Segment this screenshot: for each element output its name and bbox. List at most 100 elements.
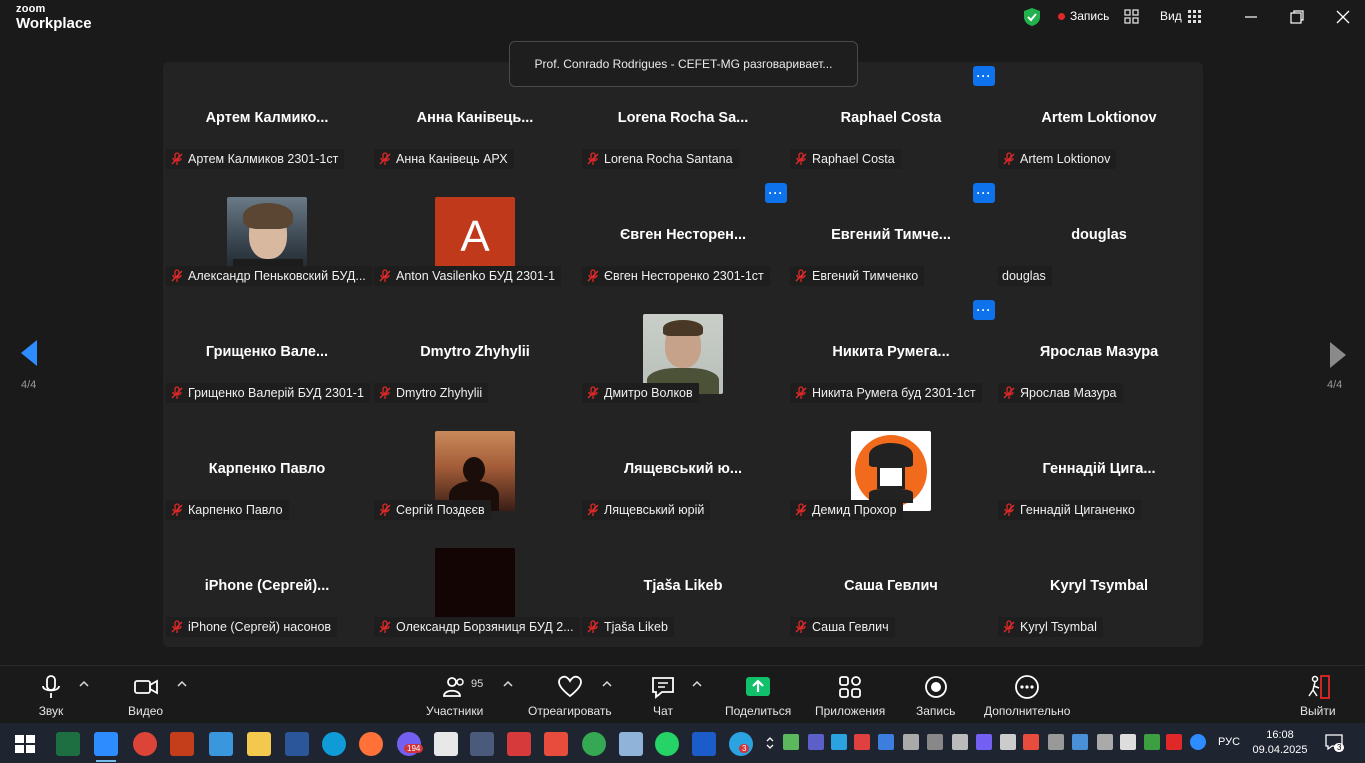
recording-dot-icon bbox=[1058, 12, 1065, 20]
video-button[interactable]: Видео bbox=[128, 674, 163, 718]
participant-tile[interactable]: Kyryl Tsymbal Kyryl Tsymbal bbox=[995, 530, 1203, 647]
tray-volume-icon[interactable] bbox=[1120, 734, 1136, 750]
windows-start-icon[interactable] bbox=[13, 732, 37, 756]
document-icon[interactable] bbox=[434, 732, 458, 756]
title-bar: zoom Workplace Запись Вид bbox=[0, 0, 1365, 40]
participant-tile[interactable]: Artem Loktionov Artem Loktionov bbox=[995, 62, 1203, 179]
video-options-caret-icon[interactable] bbox=[177, 680, 187, 688]
tray-display-icon[interactable] bbox=[927, 734, 943, 750]
participant-display-name: Ярослав Мазура bbox=[1039, 344, 1159, 360]
file-explorer-icon[interactable] bbox=[247, 732, 271, 756]
record-label: Запись bbox=[916, 704, 956, 718]
mic-muted-icon bbox=[795, 620, 807, 633]
more-button[interactable]: Дополнительно bbox=[984, 674, 1070, 718]
clock-time: 16:08 bbox=[1266, 729, 1294, 741]
whatsapp-icon[interactable] bbox=[655, 732, 679, 756]
participant-tile[interactable]: A Anton Vasilenko БУД 2301-1 bbox=[371, 179, 579, 296]
apps-label: Приложения bbox=[815, 704, 886, 718]
view-menu-button[interactable]: Вид bbox=[1160, 9, 1201, 23]
participant-tile[interactable]: Лящевський ю... Лящевський юрій bbox=[579, 413, 787, 530]
participant-tile[interactable]: Александр Пеньковский БУД... bbox=[163, 179, 372, 296]
tray-antivirus-icon[interactable] bbox=[854, 734, 870, 750]
mic-muted-icon bbox=[379, 503, 391, 516]
participant-tile[interactable]: douglas douglas bbox=[995, 179, 1203, 296]
app-w-icon[interactable] bbox=[692, 732, 716, 756]
minimize-icon[interactable] bbox=[1242, 8, 1260, 26]
tray-speaker-muted-icon[interactable] bbox=[1166, 734, 1182, 750]
next-page-arrow-icon[interactable] bbox=[1326, 340, 1350, 370]
tile-more-options-button[interactable]: ··· bbox=[973, 300, 995, 320]
participant-tile[interactable]: Tjaša Likeb Tjaša Likeb bbox=[579, 530, 787, 647]
apps-grid-icon[interactable] bbox=[1124, 9, 1139, 24]
firefox-icon[interactable] bbox=[359, 732, 383, 756]
participant-tile[interactable]: Артем Калмико... Артем Калмиков 2301-1ст bbox=[163, 62, 371, 179]
participant-tile[interactable]: Карпенко Павло Карпенко Павло bbox=[163, 413, 371, 530]
floppy-app-icon[interactable] bbox=[470, 732, 494, 756]
participant-tile[interactable]: Олександр Борзяниця БУД 2... bbox=[371, 530, 580, 647]
tray-zoom-icon[interactable] bbox=[1190, 734, 1206, 750]
leave-button[interactable]: Выйти bbox=[1300, 674, 1336, 718]
share-screen-button[interactable]: Поделиться bbox=[725, 674, 791, 718]
tray-viber-icon[interactable] bbox=[976, 734, 992, 750]
participant-tile[interactable]: Геннадій Цига... Геннадій Циганенко bbox=[995, 413, 1203, 530]
tray-wifi-icon[interactable] bbox=[1048, 734, 1064, 750]
edge-icon[interactable] bbox=[322, 732, 346, 756]
chrome-icon[interactable] bbox=[133, 732, 157, 756]
tray-usb-icon[interactable] bbox=[952, 734, 968, 750]
participant-tile[interactable]: Євген Несторен... Євген Несторенко 2301-1… bbox=[579, 179, 787, 296]
tile-more-options-button[interactable]: ··· bbox=[973, 183, 995, 203]
tray-s-icon[interactable] bbox=[1023, 734, 1039, 750]
tray-overflow-chevron-icon[interactable] bbox=[765, 735, 775, 751]
powerpoint-icon[interactable] bbox=[170, 732, 194, 756]
participant-tile[interactable]: Демид Прохор bbox=[787, 413, 995, 530]
tile-more-options-button[interactable]: ··· bbox=[765, 183, 787, 203]
recording-indicator[interactable]: Запись bbox=[1058, 9, 1109, 23]
mic-muted-icon bbox=[1003, 386, 1015, 399]
record-button[interactable]: Запись bbox=[916, 674, 955, 718]
audio-options-caret-icon[interactable] bbox=[79, 680, 89, 688]
participant-tile[interactable]: Dmytro Zhyhylii Dmytro Zhyhylii bbox=[371, 296, 579, 413]
tray-shield-icon[interactable] bbox=[1144, 734, 1160, 750]
participant-tile[interactable]: Ярослав Мазура Ярослав Мазура bbox=[995, 296, 1203, 413]
tray-keyboard-icon[interactable] bbox=[1000, 734, 1016, 750]
security-shield-icon[interactable] bbox=[1022, 7, 1042, 27]
language-indicator[interactable]: РУС bbox=[1218, 736, 1240, 748]
tray-network-icon[interactable] bbox=[1072, 734, 1088, 750]
tray-sync-icon[interactable] bbox=[878, 734, 894, 750]
tray-mic-icon[interactable] bbox=[903, 734, 919, 750]
tray-phone-icon[interactable] bbox=[1097, 734, 1113, 750]
word-icon[interactable] bbox=[285, 732, 309, 756]
system-clock[interactable]: 16:08 09.04.2025 bbox=[1250, 728, 1310, 758]
participant-tile[interactable]: iPhone (Сергей)... iPhone (Сергей) насоно… bbox=[163, 530, 371, 647]
restore-icon[interactable] bbox=[1288, 8, 1306, 26]
apps-button[interactable]: Приложения bbox=[815, 674, 885, 718]
audio-button[interactable]: Звук bbox=[38, 674, 64, 718]
participant-tile[interactable]: Грищенко Вале... Грищенко Валерій БУД 230… bbox=[163, 296, 371, 413]
chat-caret-icon[interactable] bbox=[692, 680, 702, 688]
prev-page-arrow-icon[interactable] bbox=[17, 338, 41, 368]
participant-label-text: Lorena Rocha Santana bbox=[604, 152, 733, 166]
tile-more-options-button[interactable]: ··· bbox=[973, 66, 995, 86]
tray-app-icon[interactable] bbox=[831, 734, 847, 750]
participant-name-label: Никита Румега буд 2301-1ст bbox=[790, 383, 982, 403]
participant-tile[interactable]: Сергій Поздєєв bbox=[371, 413, 579, 530]
react-caret-icon[interactable] bbox=[602, 680, 612, 688]
tray-check-icon[interactable] bbox=[783, 734, 799, 750]
app-puzzle-icon[interactable] bbox=[507, 732, 531, 756]
participant-tile[interactable]: Никита Румега... Никита Румега буд 2301-1… bbox=[787, 296, 995, 413]
react-button[interactable]: Отреагировать bbox=[528, 674, 612, 718]
close-icon[interactable] bbox=[1334, 8, 1352, 26]
participant-tile[interactable]: Саша Гевлич Саша Гевлич bbox=[787, 530, 995, 647]
participant-tile[interactable]: Евгений Тимче... Евгений Тимченко ··· bbox=[787, 179, 995, 296]
tray-teams-icon[interactable] bbox=[808, 734, 824, 750]
chrome-profile-icon[interactable] bbox=[582, 732, 606, 756]
participant-name-label: Dmytro Zhyhylii bbox=[374, 383, 489, 403]
excel-icon[interactable] bbox=[56, 732, 80, 756]
app-s-red-icon[interactable] bbox=[544, 732, 568, 756]
chat-button[interactable]: Чат bbox=[650, 674, 676, 718]
archive-icon[interactable] bbox=[619, 732, 643, 756]
zoom-taskbar-icon[interactable] bbox=[94, 732, 118, 762]
participant-tile[interactable]: Дмитро Волков bbox=[579, 296, 787, 413]
app-s-icon[interactable] bbox=[209, 732, 233, 756]
participants-caret-icon[interactable] bbox=[503, 680, 513, 688]
